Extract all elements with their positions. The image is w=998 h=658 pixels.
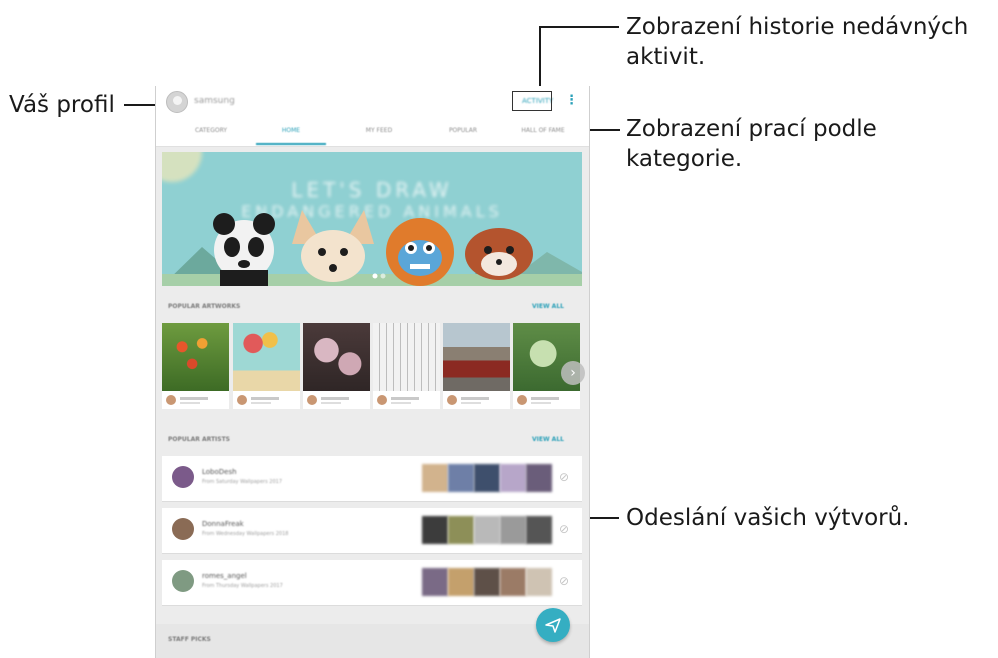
follow-icon[interactable]: ⊘: [559, 470, 569, 484]
artist-meta-placeholder: [251, 402, 271, 404]
artist-row-2[interactable]: DonnaFreak From Wednesday Wallpapers 201…: [162, 508, 582, 554]
artwork-card-2[interactable]: [233, 323, 300, 409]
activity-highlight: [512, 91, 552, 111]
avatar: [237, 395, 247, 405]
active-tab-indicator: [256, 143, 326, 145]
send-button[interactable]: [536, 608, 570, 642]
artist-row-3[interactable]: romes_angel From Thursday Wallpapers 201…: [162, 560, 582, 606]
featured-banner[interactable]: LET'S DRAW ENDANGERED ANIMALS: [162, 152, 582, 286]
artist-name-placeholder: [531, 397, 559, 400]
artwork-card-5[interactable]: [443, 323, 510, 409]
tab-my-feed[interactable]: MY FEED: [344, 127, 414, 134]
category-tabs: CATEGORY HOME MY FEED POPULAR HALL OF FA…: [156, 118, 589, 147]
artwork-card-4[interactable]: [373, 323, 440, 409]
avatar: [172, 518, 194, 540]
artwork-card-3[interactable]: [303, 323, 370, 409]
artist-meta-placeholder: [391, 402, 411, 404]
red-panda-character: [465, 228, 533, 280]
artist-meta-placeholder: [461, 402, 481, 404]
artist-subtitle: From Saturday Wallpapers 2017: [202, 479, 283, 485]
artist-thumbnails: [422, 568, 552, 596]
fox-character: [292, 210, 374, 282]
artist-name-placeholder: [391, 397, 419, 400]
banner-illustration: [162, 210, 582, 286]
popular-artists-view-all[interactable]: VIEW ALL: [532, 436, 564, 443]
send-icon: [545, 618, 561, 633]
artwork-image-balloons: [233, 323, 300, 391]
artwork-card-1[interactable]: [162, 323, 229, 409]
avatar: [307, 395, 317, 405]
tab-category[interactable]: CATEGORY: [176, 127, 246, 134]
app-screen: samsung ACTIVITY ⋮ CATEGORY HOME MY FEED…: [155, 86, 590, 658]
callout-upload: Odeslání vašich výtvorů.: [626, 505, 910, 531]
artist-subtitle: From Thursday Wallpapers 2017: [202, 583, 283, 589]
artist-thumbnails: [422, 516, 552, 544]
avatar: [172, 466, 194, 488]
chevron-right-icon[interactable]: ›: [561, 361, 585, 385]
avatar: [517, 395, 527, 405]
artist-meta-placeholder: [321, 402, 341, 404]
artist-row-1[interactable]: LoboDesh From Saturday Wallpapers 2017 ⊘: [162, 456, 582, 502]
panda-character: [213, 213, 275, 286]
artwork-image-sketch: [373, 323, 440, 391]
more-vert-icon[interactable]: ⋮: [565, 93, 578, 108]
tab-home[interactable]: HOME: [256, 127, 326, 134]
callout-profile: Váš profil: [9, 92, 115, 118]
artist-name: LoboDesh: [202, 468, 237, 476]
avatar: [377, 395, 387, 405]
artwork-image-tram: [443, 323, 510, 391]
follow-icon[interactable]: ⊘: [559, 522, 569, 536]
avatar: [166, 395, 176, 405]
artist-name-placeholder: [180, 397, 208, 400]
artwork-image-tulips: [162, 323, 229, 391]
popular-artists-heading: POPULAR ARTISTS: [168, 436, 230, 443]
follow-icon[interactable]: ⊘: [559, 574, 569, 588]
popular-artworks-view-all[interactable]: VIEW ALL: [532, 303, 564, 310]
artist-name: DonnaFreak: [202, 520, 244, 528]
leader-history-h: [539, 26, 619, 28]
avatar: [172, 570, 194, 592]
popular-artworks-heading: POPULAR ARTWORKS: [168, 303, 241, 310]
artist-name: romes_angel: [202, 572, 247, 580]
callout-history-2: aktivit.: [626, 44, 706, 70]
profile-avatar[interactable]: [166, 91, 188, 113]
tab-popular[interactable]: POPULAR: [428, 127, 498, 134]
profile-username[interactable]: samsung: [194, 96, 235, 106]
artist-name-placeholder: [321, 397, 349, 400]
callout-categories: Zobrazení prací podle kategorie.: [626, 116, 877, 172]
artwork-image-blossoms: [303, 323, 370, 391]
callout-history-1: Zobrazení historie nedávných: [626, 14, 969, 40]
artist-subtitle: From Wednesday Wallpapers 2018: [202, 531, 289, 537]
monkey-character: [386, 218, 454, 286]
artist-meta-placeholder: [180, 402, 200, 404]
artist-meta-placeholder: [531, 402, 551, 404]
artist-name-placeholder: [251, 397, 279, 400]
staff-picks-heading: STAFF PICKS: [168, 636, 211, 643]
artist-thumbnails: [422, 464, 552, 492]
artist-name-placeholder: [461, 397, 489, 400]
tab-hall-of-fame[interactable]: HALL OF FAME: [508, 127, 578, 134]
staff-picks-section: STAFF PICKS: [156, 624, 589, 658]
avatar: [447, 395, 457, 405]
